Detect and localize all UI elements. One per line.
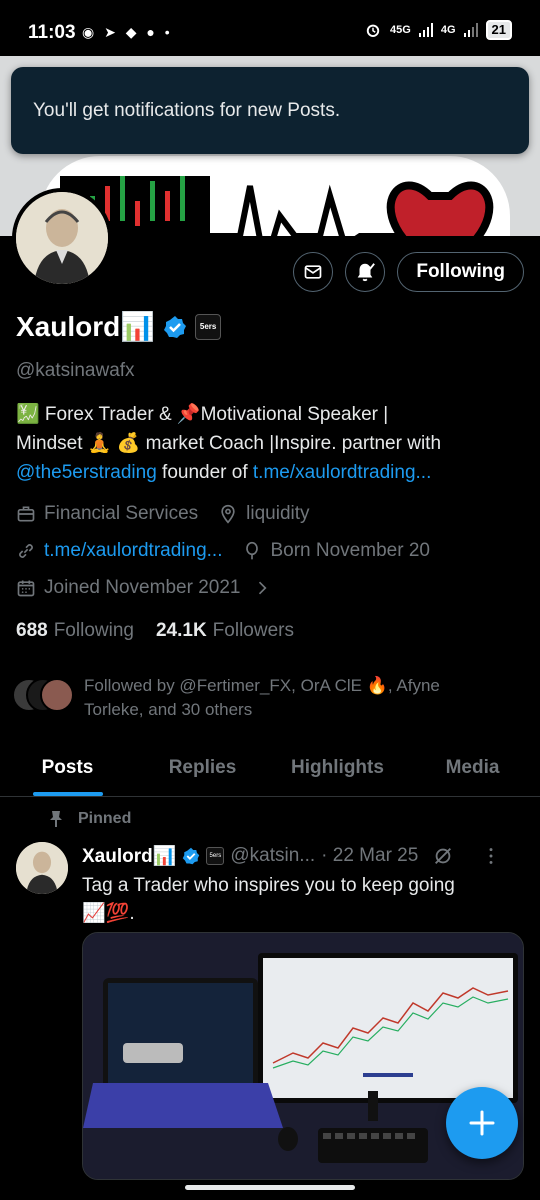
pinned-indicator: Pinned (48, 810, 131, 828)
more-options-icon[interactable] (480, 845, 502, 867)
tab-posts[interactable]: Posts (0, 745, 135, 796)
followed-by-text: Followed by @Fertimer_FX, OrA ClE 🔥, Afy… (84, 674, 440, 722)
category-item: Financial Services (16, 503, 198, 525)
profile-avatar[interactable] (12, 188, 112, 288)
bio-line-2: Mindset 🧘 💰 market Coach |Inspire. partn… (16, 433, 442, 454)
post-avatar[interactable] (16, 842, 68, 894)
joined-text: Joined November 2021 (44, 577, 241, 598)
post-date: · 22 Mar 25 (321, 845, 419, 866)
signal-icon (418, 23, 433, 37)
post-author-name[interactable]: Xaulord📊 (82, 844, 176, 868)
post-text-line-2: 📈💯. (82, 903, 135, 924)
tab-replies[interactable]: Replies (135, 745, 270, 796)
pinned-label: Pinned (78, 810, 132, 827)
follower-avatar-3 (40, 678, 74, 712)
link-icon (19, 544, 33, 558)
born-text: Born November 20 (270, 540, 430, 561)
name-row: Xaulord📊 5ers (16, 310, 222, 343)
status-right: 45G 4G 21 (364, 20, 512, 40)
tab-highlights[interactable]: Highlights (270, 745, 405, 796)
followers-count-label: Followers (212, 620, 294, 641)
followed-by[interactable]: Followed by @Fertimer_FX, OrA ClE 🔥, Afy… (12, 674, 532, 722)
location-text: liquidity (246, 503, 310, 524)
avatar-portrait-image (16, 192, 108, 284)
website-link[interactable]: t.me/xaulordtrading... (44, 540, 222, 562)
signal-icon-2 (463, 23, 478, 37)
message-button[interactable] (293, 252, 334, 292)
profile-handle: @katsinawafx (16, 360, 135, 381)
post-text-line-1: Tag a Trader who inspires you to keep go… (82, 875, 455, 896)
profile-actions: Following (293, 252, 524, 292)
status-time: 11:03 (28, 22, 76, 43)
following-count: 688 (16, 620, 48, 641)
following-button[interactable]: Following (397, 252, 524, 292)
post-text: Tag a Trader who inspires you to keep go… (82, 872, 522, 928)
notification-icons: ◉ ➤ ◆ ● • (82, 24, 173, 40)
briefcase-icon (17, 506, 35, 522)
bell-check-icon (358, 263, 376, 282)
pin-icon (50, 811, 62, 827)
follow-counts: 688 Following 24.1K Followers (16, 620, 294, 642)
meta-row-3[interactable]: Joined November 2021 (16, 577, 284, 599)
post-header: Xaulord📊 5ers @katsin... · 22 Mar 25 (82, 844, 522, 868)
profile-bio: 💹 Forex Trader & 📌Motivational Speaker |… (16, 400, 526, 487)
meta-row-1: Financial Services liquidity (16, 503, 322, 525)
notifications-button[interactable] (345, 252, 386, 292)
plus-icon (469, 1110, 495, 1136)
notification-toast[interactable]: You'll get notifications for new Posts. (11, 67, 529, 154)
mail-icon (305, 265, 322, 279)
profile-tabs: Posts Replies Highlights Media (0, 745, 540, 797)
location-item: liquidity (218, 503, 310, 525)
followed-by-line-2: Torleke, and 30 others (84, 700, 253, 719)
calendar-icon (17, 580, 35, 597)
bio-founder-text: founder of (156, 462, 253, 483)
birthday-item: Born November 20 (242, 540, 430, 562)
network-label: 45G (390, 24, 411, 36)
balloon-icon (246, 541, 259, 560)
bio-line-3: @the5erstrading founder of t.me/xaulordt… (16, 458, 526, 487)
category-text: Financial Services (44, 503, 199, 524)
home-indicator[interactable] (185, 1185, 355, 1190)
followers-count-link[interactable]: 24.1K Followers (156, 620, 294, 642)
network-label-2: 4G (440, 24, 456, 36)
chevron-right-icon (259, 581, 267, 595)
website-item[interactable]: t.me/xaulordtrading... (16, 540, 222, 562)
affiliate-badge-icon[interactable]: 5ers (195, 313, 222, 340)
compose-post-button[interactable] (446, 1087, 518, 1159)
bio-line-1: 💹 Forex Trader & 📌Motivational Speaker | (16, 404, 389, 425)
bio-mention-link[interactable]: @the5erstrading (16, 462, 157, 483)
post-affiliate-badge-icon: 5ers (206, 847, 225, 865)
location-pin-icon (221, 504, 235, 524)
bio-telegram-link[interactable]: t.me/xaulordtrading... (253, 462, 431, 483)
following-count-link[interactable]: 688 Following (16, 620, 134, 642)
followers-count: 24.1K (155, 620, 207, 641)
grok-icon[interactable] (432, 845, 454, 867)
post-avatar-image (16, 842, 68, 894)
display-name: Xaulord📊 (16, 311, 156, 342)
alarm-icon (366, 24, 380, 37)
followed-by-line-1: Followed by @Fertimer_FX, OrA ClE 🔥, Afy… (84, 676, 440, 695)
followed-by-avatars (12, 678, 74, 714)
battery-icon: 21 (485, 20, 512, 40)
status-bar: 11:03 ◉ ➤ ◆ ● • 45G 4G 21 (0, 0, 540, 56)
post-author-handle: @katsin... (230, 845, 316, 866)
tab-media[interactable]: Media (405, 745, 540, 796)
joined-item[interactable]: Joined November 2021 (16, 577, 272, 599)
verified-badge-icon[interactable] (163, 315, 187, 339)
toast-message: You'll get notifications for new Posts. (33, 99, 341, 121)
meta-row-2: t.me/xaulordtrading... Born November 20 (16, 540, 442, 562)
post-verified-badge-icon (183, 847, 200, 865)
following-count-label: Following (53, 620, 134, 641)
